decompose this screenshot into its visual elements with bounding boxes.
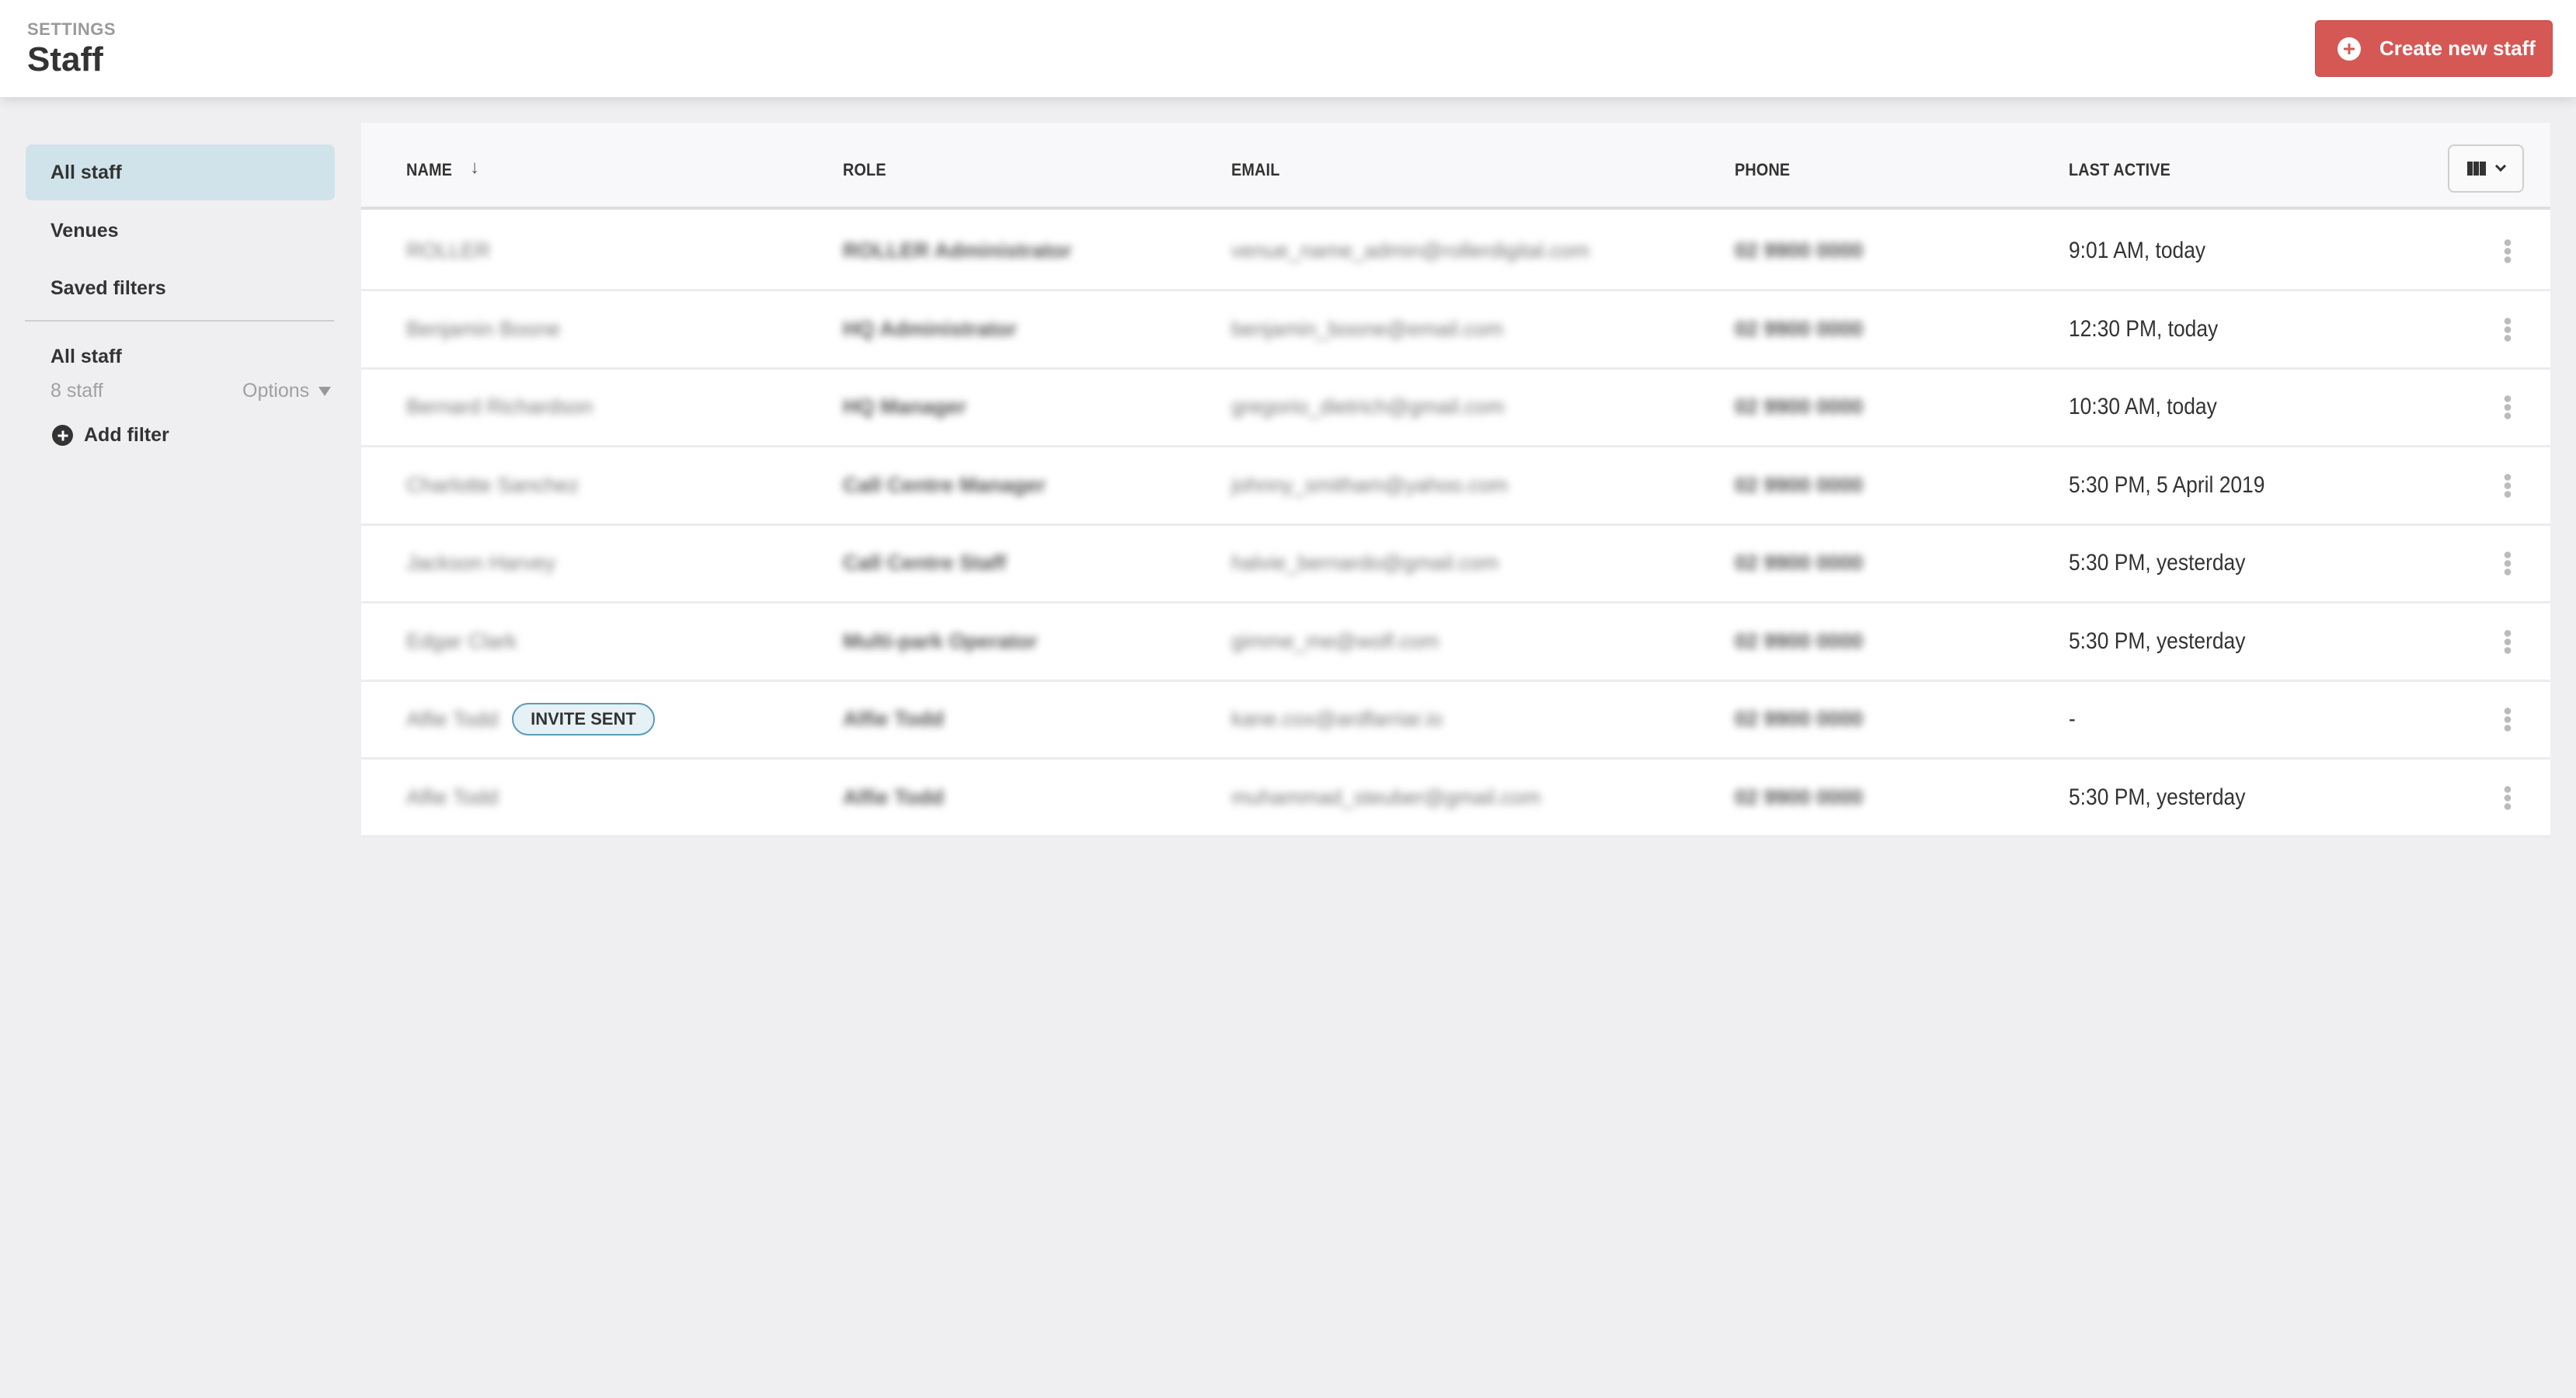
staff-email: kane.cox@ardfarriar.io	[1231, 707, 1443, 731]
table-row[interactable]: Benjamin Boone HQ Administrator benjamin_b…	[361, 291, 2550, 370]
sidebar-item-venues[interactable]: Venues	[26, 203, 335, 259]
caret-down-icon	[319, 386, 332, 396]
staff-email: benjamin_boone@email.com	[1231, 317, 1504, 340]
plus-circle-icon	[52, 425, 73, 446]
name-cell: Alfie Todd	[406, 785, 498, 809]
column-header-email[interactable]: EMAIL	[1231, 160, 1280, 180]
staff-table: NAME ↓ ROLE EMAIL PHONE LAST ACTIVE ROLL…	[361, 123, 2550, 838]
staff-email: johnny_smitham@yahoo.com	[1231, 473, 1509, 496]
staff-phone: 02 9900 0000	[1735, 551, 1864, 575]
staff-role: ROLLER Administrator	[843, 238, 1072, 263]
staff-last-active: 12:30 PM, today	[2069, 315, 2219, 342]
create-new-staff-button[interactable]: Create new staff	[2315, 20, 2553, 77]
more-options-icon[interactable]	[2502, 551, 2513, 576]
chevron-down-icon	[2494, 160, 2507, 172]
add-filter-button[interactable]: Add filter	[52, 424, 169, 447]
staff-phone: 02 9900 0000	[1735, 629, 1864, 652]
staff-role: Alfie Todd	[843, 707, 944, 731]
table-row[interactable]: Alfie Todd INVITE SENT Alfie Todd kane.cox@…	[361, 681, 2550, 760]
column-header-phone[interactable]: PHONE	[1735, 160, 1790, 180]
staff-name[interactable]: Edgar Clark	[406, 629, 517, 653]
staff-count: 8 staff	[50, 380, 103, 402]
options-label: Options	[242, 380, 310, 402]
staff-phone: 02 9900 0000	[1735, 707, 1864, 731]
table-row[interactable]: Alfie Todd Alfie Todd muhammad_steuber@gma…	[361, 760, 2550, 838]
table-row[interactable]: Jackson Harvey Call Centre Staff halvie_be…	[361, 525, 2550, 603]
more-options-icon[interactable]	[2502, 316, 2513, 342]
more-options-icon[interactable]	[2502, 395, 2513, 419]
sidebar-item-saved-filters[interactable]: Saved filters	[26, 260, 335, 316]
sort-arrow-down-icon[interactable]: ↓	[470, 157, 479, 179]
table-row[interactable]: Charlotte Sanchez Call Centre Manager john…	[361, 447, 2550, 526]
staff-phone: 02 9900 0000	[1735, 317, 1864, 340]
staff-phone: 02 9900 0000	[1735, 785, 1864, 809]
staff-role: HQ Administrator	[843, 317, 1018, 340]
staff-name[interactable]: Jackson Harvey	[406, 551, 555, 576]
staff-name[interactable]: Alfie Todd	[406, 785, 498, 809]
staff-last-active: 10:30 AM, today	[2069, 394, 2217, 419]
sidebar-divider	[25, 320, 334, 322]
breadcrumb: SETTINGS	[27, 19, 117, 39]
sidebar-item-all-staff[interactable]: All staff	[26, 144, 335, 200]
column-picker-button[interactable]	[2448, 144, 2524, 193]
create-new-staff-label: Create new staff	[2379, 37, 2536, 60]
staff-email: gimme_me@wolf.com	[1231, 629, 1439, 652]
table-row[interactable]: ROLLER ROLLER Administrator venue_name_adm…	[361, 213, 2550, 291]
staff-role: Call Centre Manager	[843, 473, 1046, 496]
staff-name[interactable]: Charlotte Sanchez	[406, 473, 579, 497]
page-header: SETTINGS Staff Create new staff	[0, 0, 2576, 97]
column-header-last-active[interactable]: LAST ACTIVE	[2069, 160, 2170, 180]
staff-phone: 02 9900 0000	[1735, 238, 1864, 263]
staff-role: HQ Manager	[843, 395, 967, 419]
invite-sent-badge: INVITE SENT	[512, 703, 655, 736]
options-dropdown[interactable]: Options	[242, 380, 332, 402]
name-cell: Bernard Richardson	[406, 395, 593, 419]
column-header-role[interactable]: ROLE	[843, 160, 886, 180]
staff-last-active: -	[2069, 706, 2076, 732]
staff-name[interactable]: Alfie Todd	[406, 708, 498, 732]
staff-phone: 02 9900 0000	[1735, 473, 1864, 496]
more-options-icon[interactable]	[2502, 707, 2513, 732]
add-filter-label: Add filter	[84, 424, 169, 446]
staff-email: halvie_bernardo@gmail.com	[1231, 551, 1499, 575]
staff-email: gregorio_dietrich@gmail.com	[1231, 395, 1505, 419]
name-cell: Jackson Harvey	[406, 551, 555, 576]
staff-email: muhammad_steuber@gmail.com	[1231, 785, 1541, 809]
column-header-name[interactable]: NAME	[406, 160, 452, 180]
more-options-icon[interactable]	[2502, 784, 2513, 810]
staff-last-active: 5:30 PM, yesterday	[2069, 628, 2246, 654]
staff-role: Alfie Todd	[843, 785, 944, 809]
plus-circle-icon	[2338, 37, 2361, 61]
staff-role: Call Centre Staff	[843, 551, 1007, 575]
staff-name[interactable]: Benjamin Boone	[406, 317, 560, 341]
name-cell: Alfie Todd INVITE SENT	[406, 703, 655, 736]
staff-email: venue_name_admin@rollerdigital.com	[1231, 238, 1590, 263]
staff-last-active: 9:01 AM, today	[2069, 238, 2206, 263]
name-cell: Benjamin Boone	[406, 317, 560, 341]
more-options-icon[interactable]	[2502, 628, 2513, 654]
table-header: NAME ↓ ROLE EMAIL PHONE LAST ACTIVE	[361, 123, 2550, 210]
more-options-icon[interactable]	[2502, 472, 2513, 498]
staff-name[interactable]: ROLLER	[406, 239, 490, 263]
filter-title: All staff	[50, 346, 122, 367]
staff-name[interactable]: Bernard Richardson	[406, 395, 593, 419]
page-title: Staff	[27, 40, 103, 78]
staff-last-active: 5:30 PM, yesterday	[2069, 784, 2246, 810]
staff-last-active: 5:30 PM, 5 April 2019	[2069, 471, 2265, 498]
staff-role: Multi-park Operator	[843, 629, 1038, 652]
columns-icon	[2467, 162, 2486, 176]
table-row[interactable]: Edgar Clark Multi-park Operator gimme_me@w…	[361, 603, 2550, 682]
name-cell: ROLLER	[406, 239, 490, 263]
name-cell: Edgar Clark	[406, 629, 517, 653]
staff-last-active: 5:30 PM, yesterday	[2069, 550, 2246, 576]
more-options-icon[interactable]	[2502, 238, 2513, 263]
staff-phone: 02 9900 0000	[1735, 395, 1864, 419]
name-cell: Charlotte Sanchez	[406, 473, 579, 497]
table-row[interactable]: Bernard Richardson HQ Manager gregorio_die…	[361, 369, 2550, 447]
